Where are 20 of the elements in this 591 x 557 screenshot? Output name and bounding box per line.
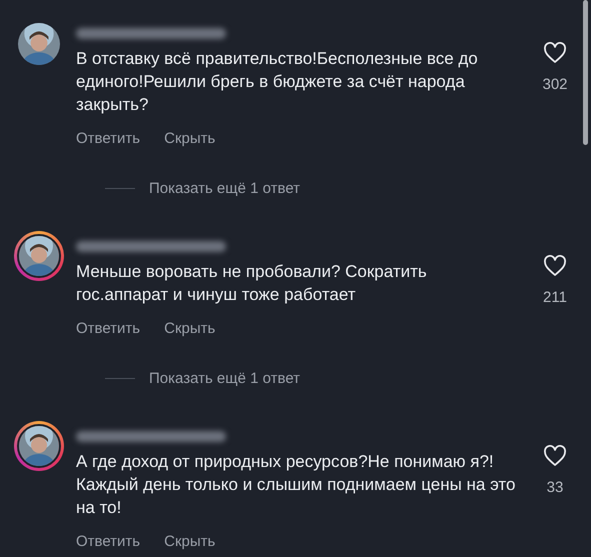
comment-text: А где доход от природных ресурсов?Не понимаю я?! Каждый день только и слышим поднимаем цены на это на то!	[76, 451, 516, 519]
action-link[interactable]: Скрыть	[164, 533, 216, 550]
heart-icon[interactable]	[543, 255, 567, 277]
show-replies-link[interactable]: Показать ещё 1 ответ	[149, 370, 300, 387]
action-link[interactable]: Скрыть	[164, 130, 216, 147]
action-link[interactable]: Ответить	[76, 130, 140, 147]
heart-icon[interactable]	[543, 42, 567, 64]
scrollbar[interactable]	[583, 0, 588, 145]
avatar[interactable]	[14, 231, 64, 281]
comment-text: Меньше воровать не пробовали? Сократить гос.аппарат и чинуш тоже работает	[76, 261, 428, 306]
heart-icon[interactable]	[543, 445, 567, 467]
comment-text: В отставку всё правительство!Бесполезные все до единого!Решили брегь в бюджете за счёт народа закрыть?	[76, 48, 479, 116]
like-count: 211	[543, 289, 567, 306]
action-link[interactable]: Скрыть	[164, 320, 216, 337]
like-count: 302	[542, 76, 568, 93]
action-link[interactable]: Ответить	[76, 533, 140, 550]
show-replies-link[interactable]: Показать ещё 1 ответ	[149, 180, 300, 197]
avatar[interactable]	[14, 421, 64, 471]
action-link[interactable]: Ответить	[76, 320, 140, 337]
like-count: 33	[546, 479, 564, 496]
